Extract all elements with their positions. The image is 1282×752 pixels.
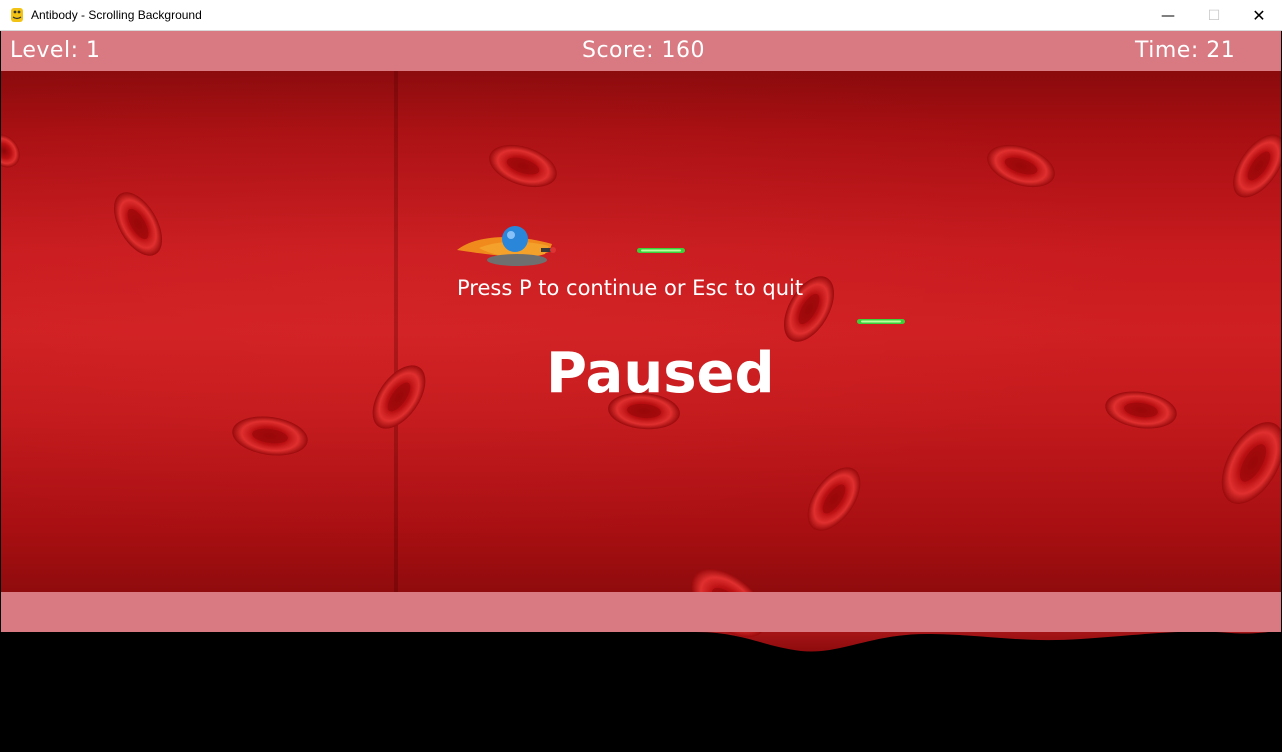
time-display: Time: 21: [1135, 38, 1236, 63]
blood-cell: [489, 144, 557, 188]
paused-label: Paused: [546, 341, 775, 406]
laser-projectile: [637, 248, 685, 253]
window-titlebar: Antibody - Scrolling Background — ☐ ✕: [0, 0, 1282, 31]
level-display: Level: 1: [10, 38, 101, 63]
blood-cell: [1, 134, 20, 168]
blood-cell: [987, 144, 1055, 188]
score-display: Score: 160: [582, 38, 706, 63]
python-snake-icon: [11, 8, 23, 22]
player-ship: [457, 226, 556, 266]
minimize-button[interactable]: —: [1145, 0, 1191, 31]
close-button[interactable]: ✕: [1236, 0, 1282, 31]
game-canvas[interactable]: Level: 1 Score: 160 Time: 21 Press P to …: [1, 31, 1281, 751]
blood-cell: [807, 467, 861, 531]
window-title: Antibody - Scrolling Background: [31, 8, 202, 22]
blood-cell: [372, 365, 426, 429]
blood-cell: [1233, 134, 1281, 198]
blood-cell: [232, 416, 308, 456]
blood-cell: [113, 192, 163, 256]
maximize-button[interactable]: ☐: [1191, 0, 1237, 31]
pause-instructions: Press P to continue or Esc to quit: [457, 276, 804, 300]
hud-bottom-bar: [1, 592, 1281, 632]
laser-projectile: [857, 319, 905, 324]
hud-top-bar: Level: 1 Score: 160 Time: 21: [1, 31, 1281, 71]
blood-cell: [1221, 422, 1281, 504]
blood-cell: [1105, 391, 1177, 429]
